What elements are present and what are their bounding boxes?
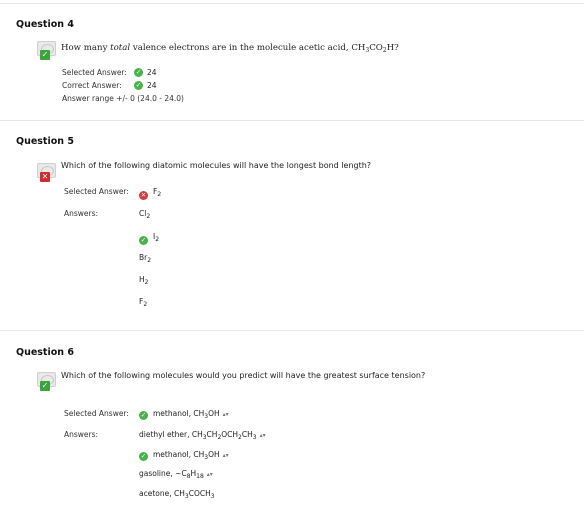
up-down-arrows-icon: ▴▾ <box>222 410 229 418</box>
question-5-prompt: Which of the following diatomic molecule… <box>61 161 372 170</box>
answer-option: acetone, CH3COCH3 <box>139 489 215 500</box>
answer-option: gasoline, ~C8H18 ▴▾ <box>139 469 213 480</box>
check-icon: ✓ <box>134 68 143 77</box>
answer-option: H2 <box>139 275 149 286</box>
correct-answer-value: 24 <box>147 81 157 90</box>
check-icon: ✓ <box>139 411 148 420</box>
selected-answer-label: Selected Answer: <box>64 187 129 196</box>
answers-label: Answers: <box>64 209 99 218</box>
question-5-title: Question 5 <box>16 136 74 147</box>
selected-answer-label: Selected Answer: <box>64 409 129 418</box>
answer-option: diethyl ether, CH3CH2OCH2CH3 ▴▾ <box>139 430 266 441</box>
question-4-status-icon: ✓ <box>37 41 57 61</box>
correct-answer-label: Correct Answer: <box>62 81 122 90</box>
section-divider <box>0 120 584 121</box>
selected-answer-value: methanol, CH3OH ▴▾ <box>153 409 229 420</box>
question-4-prompt: How many total valence electrons are in … <box>61 43 399 54</box>
selected-answer-value: F2 <box>153 187 162 198</box>
question-6-status-icon: ✓ <box>37 372 57 392</box>
question-5-status-icon: ✕ <box>37 163 57 183</box>
answer-option: Br2 <box>139 253 152 264</box>
selected-answer-label: Selected Answer: <box>62 68 127 77</box>
check-icon: ✓ <box>40 381 50 391</box>
check-icon: ✓ <box>134 81 143 90</box>
check-icon: ✓ <box>40 50 50 60</box>
answer-option-correct: methanol, CH3OH ▴▾ <box>153 450 229 461</box>
answer-range-text: Answer range +/- 0 (24.0 - 24.0) <box>62 94 184 103</box>
answers-label: Answers: <box>64 430 99 439</box>
up-down-arrows-icon: ▴▾ <box>259 431 266 439</box>
x-icon: ✕ <box>139 191 148 200</box>
up-down-arrows-icon: ▴▾ <box>206 470 213 478</box>
check-icon: ✓ <box>139 452 148 461</box>
section-divider <box>0 330 584 331</box>
selected-answer-value: 24 <box>147 68 157 77</box>
check-icon: ✓ <box>139 236 148 245</box>
answer-option-correct: I2 <box>153 232 160 243</box>
up-down-arrows-icon: ▴▾ <box>222 451 229 459</box>
answer-option: F2 <box>139 297 148 308</box>
question-6-title: Question 6 <box>16 347 74 358</box>
x-icon: ✕ <box>40 172 50 182</box>
top-divider <box>0 3 584 4</box>
question-6-prompt: Which of the following molecules would y… <box>61 371 426 380</box>
answer-option: Cl2 <box>139 209 151 220</box>
question-4-title: Question 4 <box>16 19 74 30</box>
